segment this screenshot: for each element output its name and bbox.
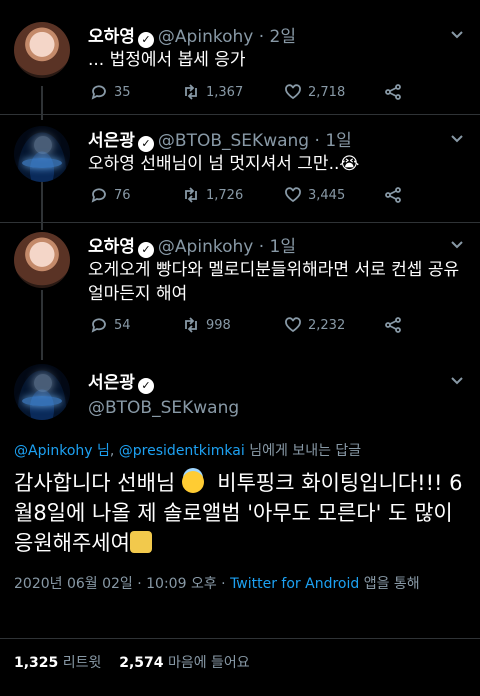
avatar[interactable]: [14, 22, 70, 78]
comment-icon: [91, 85, 106, 100]
like-label[interactable]: 마음에 들어요: [168, 655, 250, 671]
retweet-button[interactable]: 1,367: [182, 83, 243, 101]
reply-comma: ,: [109, 443, 115, 459]
handle[interactable]: @BTOB_SEKwang: [88, 398, 239, 418]
chevron-down-icon[interactable]: [450, 26, 464, 40]
retweet-icon: [185, 187, 197, 203]
share-icon: [385, 317, 401, 333]
retweet-icon: [185, 84, 197, 100]
tweet-text: ... 법정에서 봅세 응가: [88, 50, 246, 70]
reply-button[interactable]: 76: [90, 186, 131, 204]
retweet-count: 998: [206, 317, 231, 333]
client-suffix: 앱을 통해: [359, 576, 420, 592]
client-link[interactable]: Twitter for Android: [230, 576, 359, 592]
handle[interactable]: @Apinkohy: [158, 237, 253, 257]
tweet-date[interactable]: 2020년 06월 02일 · 10:09 오후 ·: [14, 576, 230, 592]
timestamp[interactable]: 1일: [325, 131, 351, 151]
main-handle-row: @BTOB_SEKwang: [88, 398, 239, 418]
share-icon: [385, 187, 401, 203]
avatar[interactable]: [14, 364, 70, 420]
separator: ·: [258, 237, 265, 257]
verified-badge-icon: ✓: [137, 378, 154, 394]
share-button[interactable]: [384, 186, 402, 204]
divider: [0, 222, 480, 223]
retweet-icon: [185, 317, 197, 333]
reply-button[interactable]: 35: [90, 83, 131, 101]
divider: [0, 638, 480, 639]
separator: ·: [314, 131, 320, 151]
tweet-2[interactable]: 서은광 ✓ @BTOB_SEKwang · 1일 오하영 선배님이 넘 멋지셔서 그…: [0, 124, 480, 224]
tweet-header: 오하영 ✓ @Apinkohy · 2일: [88, 22, 296, 48]
tweet-actions: 54 998 2,232: [90, 316, 410, 336]
retweet-label[interactable]: 리트윗: [63, 655, 102, 671]
like-count: 2,718: [308, 84, 346, 100]
like-button[interactable]: 2,232: [284, 316, 345, 334]
display-name[interactable]: 오하영: [88, 27, 135, 47]
tweet-header: 오하영 ✓ @Apinkohy · 1일: [88, 232, 296, 258]
main-tweet: 서은광 ✓ @BTOB_SEKwang: [0, 360, 480, 430]
share-icon: [385, 84, 401, 100]
verified-badge-icon: ✓: [137, 242, 154, 258]
chevron-down-icon[interactable]: [450, 130, 464, 144]
separator: ·: [258, 27, 265, 47]
retweet-total[interactable]: 1,325: [14, 655, 58, 671]
person-raising-hand-emoji-icon: [129, 531, 152, 553]
reply-link-apinkohy[interactable]: @Apinkohy 님: [14, 443, 110, 459]
like-count: 2,232: [308, 317, 346, 333]
tweet-stats: 1,325 리트윗 2,574 마음에 들어요: [14, 652, 250, 672]
avatar[interactable]: [14, 232, 70, 288]
share-button[interactable]: [384, 83, 402, 101]
like-button[interactable]: 2,718: [284, 83, 345, 101]
verified-badge-icon: ✓: [137, 136, 154, 152]
chevron-down-icon[interactable]: [450, 236, 464, 250]
reply-to-line: @Apinkohy 님, @presidentkimkai 님에게 보내는 답글: [14, 440, 361, 460]
reply-count: 35: [114, 84, 131, 100]
like-total[interactable]: 2,574: [119, 655, 163, 671]
reply-count: 76: [114, 187, 131, 203]
tweet-text: 오하영 선배님이 넘 멋지셔서 그만..😭: [88, 154, 360, 174]
chevron-down-icon[interactable]: [450, 372, 464, 386]
handle[interactable]: @BTOB_SEKwang: [158, 131, 309, 151]
reply-count: 54: [114, 317, 131, 333]
retweet-button[interactable]: 1,726: [182, 186, 243, 204]
comment-icon: [91, 318, 106, 333]
reply-link-presidentkimkai[interactable]: @presidentkimkai: [119, 443, 245, 459]
heart-icon: [285, 84, 301, 100]
reply-suffix: 님에게 보내는 답글: [249, 443, 362, 459]
tweet-1[interactable]: 오하영 ✓ @Apinkohy · 2일 ... 법정에서 봅세 응가 35 1,3…: [0, 18, 480, 118]
verified-badge-icon: ✓: [137, 32, 154, 48]
tweet-meta: 2020년 06월 02일 · 10:09 오후 · Twitter for A…: [14, 573, 469, 595]
main-text-part-1: 감사합니다 선배님: [14, 471, 176, 495]
tweet-actions: 76 1,726 3,445: [90, 186, 410, 206]
display-name[interactable]: 서은광: [88, 373, 135, 393]
tweet-header: 서은광 ✓ @BTOB_SEKwang · 1일: [88, 126, 352, 152]
tweet-text: 오게오게 빵다와 멜로디분들위해라면 서로 컨셉 공유 얼마든지 해여: [88, 260, 460, 304]
divider: [0, 114, 480, 115]
timestamp[interactable]: 1일: [270, 237, 296, 257]
main-tweet-text: 감사합니다 선배님 비투핑크 화이팅입니다!!! 6월8일에 나올 제 솔로앨범…: [14, 468, 469, 558]
display-name[interactable]: 서은광: [88, 131, 135, 151]
heart-icon: [285, 187, 301, 203]
tweet-actions: 35 1,367 2,718: [90, 83, 410, 103]
like-button[interactable]: 3,445: [284, 186, 345, 204]
handle[interactable]: @Apinkohy: [158, 27, 253, 47]
timestamp[interactable]: 2일: [270, 27, 296, 47]
comment-icon: [91, 188, 106, 203]
avatar[interactable]: [14, 126, 70, 182]
heart-icon: [285, 317, 301, 333]
main-tweet-header: 서은광 ✓: [88, 368, 158, 394]
display-name[interactable]: 오하영: [88, 237, 135, 257]
reply-button[interactable]: 54: [90, 316, 131, 334]
smiling-halo-emoji-icon: [181, 471, 204, 493]
like-count: 3,445: [308, 187, 346, 203]
share-button[interactable]: [384, 316, 402, 334]
retweet-button[interactable]: 998: [182, 316, 231, 334]
tweet-3[interactable]: 오하영 ✓ @Apinkohy · 1일 오게오게 빵다와 멜로디분들위해라면 서로…: [0, 230, 480, 350]
retweet-count: 1,726: [206, 187, 244, 203]
retweet-count: 1,367: [206, 84, 244, 100]
